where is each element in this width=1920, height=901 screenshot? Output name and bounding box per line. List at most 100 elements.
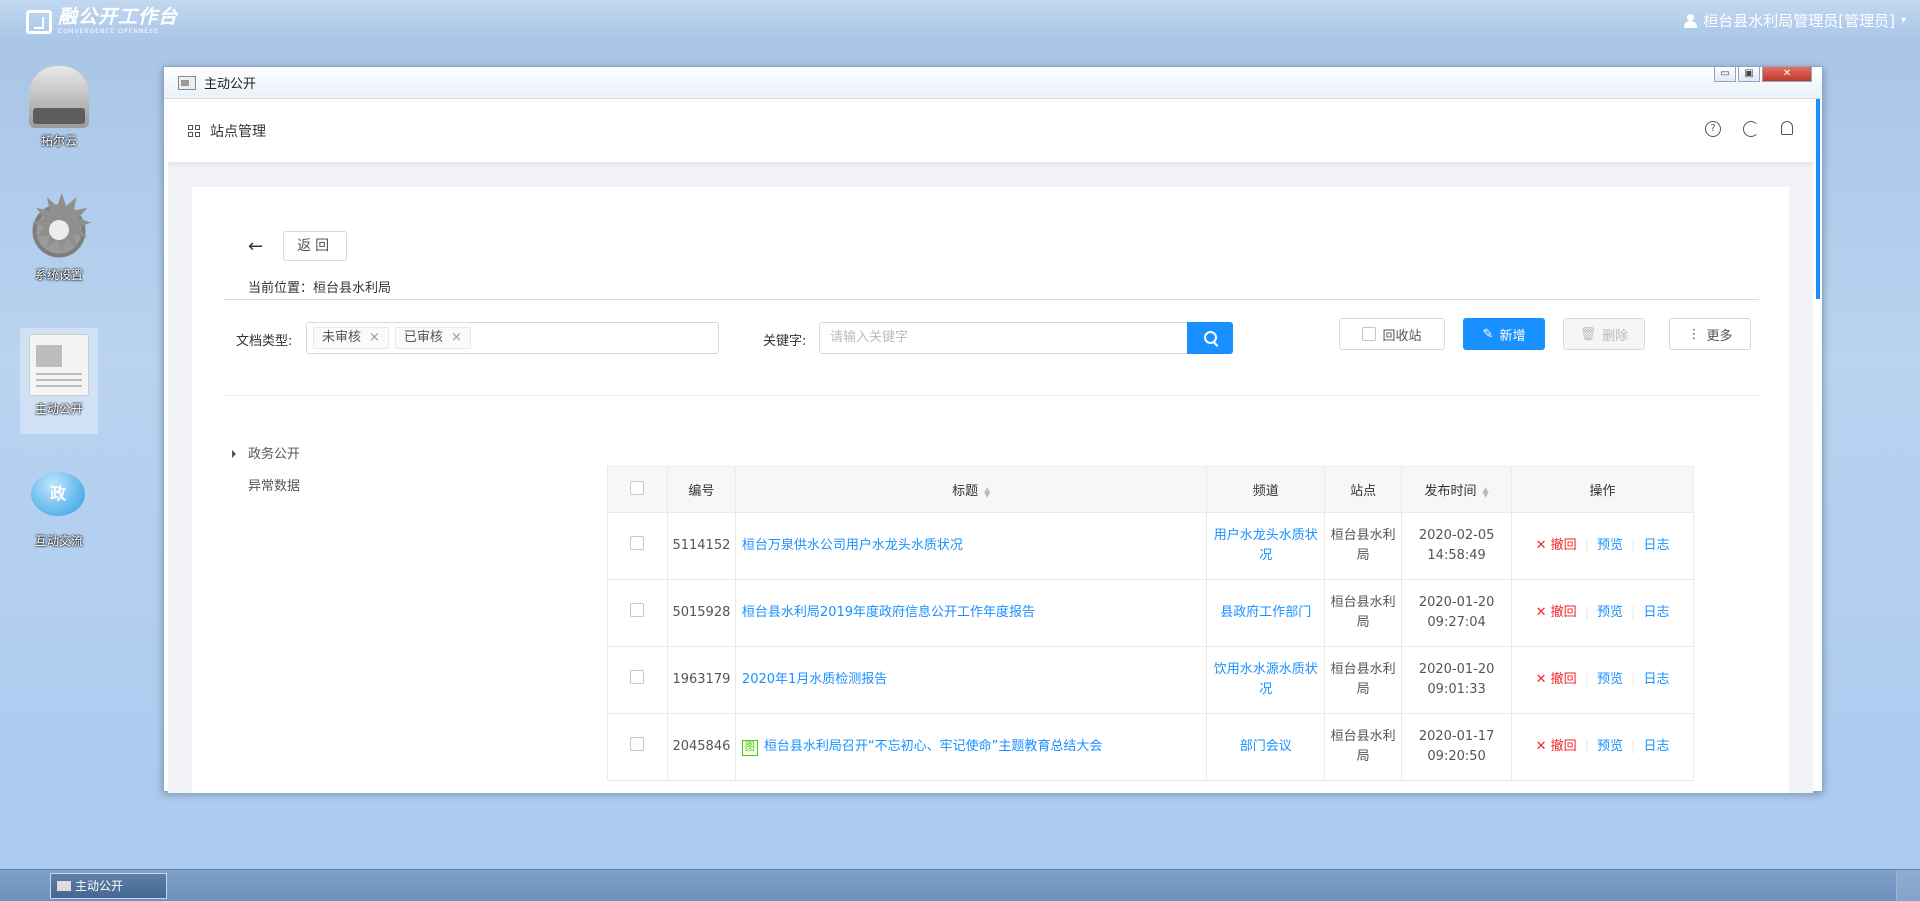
- show-desktop-button[interactable]: [1896, 870, 1920, 901]
- app-logo: 融公开工作台 CONVERGENCE OPENNESS: [26, 8, 178, 35]
- grid-icon: [188, 124, 200, 137]
- back-arrow-icon[interactable]: ←: [248, 236, 263, 257]
- cell-time: 2020-01-20 09:01:33: [1401, 646, 1513, 714]
- revoke-link[interactable]: ✕ 撤回: [1536, 536, 1577, 556]
- log-link[interactable]: 日志: [1643, 670, 1669, 690]
- preview-link[interactable]: 预览: [1597, 603, 1623, 623]
- sort-icon[interactable]: ▲ ▼: [984, 485, 990, 498]
- delete-button[interactable]: 🗑 删除: [1563, 318, 1645, 350]
- window-titlebar[interactable]: 主动公开: [164, 67, 1822, 99]
- back-button[interactable]: 返回: [283, 231, 348, 261]
- preview-link[interactable]: 预览: [1597, 536, 1623, 556]
- user-icon: [1684, 13, 1698, 28]
- table-row: 2045846 图桓台县水利局召开“不忘初心、牢记使命”主题教育总结大会 部门会…: [607, 713, 1694, 781]
- document-table: 编号 标题 ▲ ▼ 频道 站点 发布时间 ▲ ▼ 操作 5114152 桓台万泉供水公司…: [607, 466, 1694, 781]
- log-link[interactable]: 日志: [1643, 737, 1669, 757]
- desktop-icon-active-publish[interactable]: 主动公开: [20, 328, 98, 434]
- revoke-link[interactable]: ✕ 撤回: [1536, 670, 1577, 690]
- desktop-icon-interaction[interactable]: 政 互动交流: [20, 466, 98, 549]
- scrollbar[interactable]: [1816, 99, 1820, 299]
- close-icon[interactable]: ×: [369, 328, 380, 348]
- app-header: 站点管理 ?: [168, 99, 1813, 163]
- page-title: 站点管理: [210, 123, 266, 140]
- cell-site: 桓台县水利局: [1324, 512, 1403, 580]
- chevron-down-icon: ▾: [1900, 15, 1906, 26]
- desktop-icon-label: 主动公开: [34, 402, 83, 416]
- logo-icon: [26, 9, 52, 34]
- preview-link[interactable]: 预览: [1597, 670, 1623, 690]
- caret-right-icon[interactable]: [232, 450, 236, 458]
- cell-id: 5114152: [666, 512, 736, 580]
- tag-unreviewed: 未审核 ×: [313, 327, 389, 349]
- desktop-icon-settings[interactable]: 系统设置: [20, 186, 98, 283]
- edit-icon: ✎: [1482, 326, 1494, 342]
- table-row: 5015928 桓台县水利局2019年度政府信息公开工作年度报告 县政府工作部门…: [607, 579, 1694, 647]
- cell-title-link[interactable]: 图桓台县水利局召开“不忘初心、牢记使命”主题教育总结大会: [734, 713, 1208, 781]
- gear-icon: [29, 186, 89, 264]
- cell-time: 2020-02-05 14:58:49: [1401, 512, 1513, 580]
- col-channel: 频道: [1206, 466, 1326, 513]
- keyword-label: 关键字:: [763, 334, 807, 349]
- cell-site: 桓台县水利局: [1324, 713, 1403, 781]
- col-id: 编号: [666, 466, 736, 513]
- preview-link[interactable]: 预览: [1597, 737, 1623, 757]
- checkbox-icon: [1362, 327, 1377, 341]
- log-link[interactable]: 日志: [1643, 536, 1669, 556]
- row-checkbox[interactable]: [607, 646, 668, 714]
- row-checkbox[interactable]: [607, 512, 668, 580]
- table-header: 编号 标题 ▲ ▼ 频道 站点 发布时间 ▲ ▼ 操作: [607, 466, 1694, 513]
- cell-title-link[interactable]: 桓台县水利局2019年度政府信息公开工作年度报告: [734, 579, 1208, 647]
- cell-channel-link[interactable]: 县政府工作部门: [1206, 579, 1326, 647]
- row-checkbox[interactable]: [607, 713, 668, 781]
- help-icon[interactable]: ?: [1705, 121, 1721, 137]
- cell-site: 桓台县水利局: [1324, 579, 1403, 647]
- cell-ops: ✕ 撤回 | 预览 | 日志: [1511, 646, 1694, 714]
- doc-type-select[interactable]: 未审核 × 已审核 ×: [306, 322, 719, 354]
- sort-icon[interactable]: ▲ ▼: [1483, 485, 1489, 498]
- add-button[interactable]: ✎ 新增: [1463, 318, 1545, 350]
- logo-subtitle: CONVERGENCE OPENNESS: [58, 28, 159, 35]
- cell-title-link[interactable]: 2020年1月水质检测报告: [734, 646, 1208, 714]
- search-button[interactable]: [1187, 322, 1233, 354]
- refresh-icon[interactable]: [1743, 121, 1759, 137]
- main-window: 主动公开 ▭ ▣ ✕ 站点管理 ? ← 返回 当前位置：桓台县水利局 文档类型:…: [163, 66, 1823, 793]
- window-app-icon: [178, 75, 196, 90]
- revoke-link[interactable]: ✕ 撤回: [1536, 603, 1577, 623]
- taskbar: 主动公开: [0, 869, 1920, 901]
- keyword-input[interactable]: 请输入关键字: [819, 322, 1189, 354]
- tree-node-root[interactable]: 政务公开: [232, 439, 300, 471]
- taskbar-item-active-publish[interactable]: 主动公开: [50, 873, 167, 899]
- user-menu[interactable]: 桓台县水利局管理员[管理员] ▾: [1684, 10, 1906, 31]
- cell-id: 2045846: [666, 713, 736, 781]
- log-link[interactable]: 日志: [1643, 603, 1669, 623]
- cell-channel-link[interactable]: 用户水龙头水质状况: [1206, 512, 1326, 580]
- col-title[interactable]: 标题 ▲ ▼: [734, 466, 1208, 513]
- cell-title-link[interactable]: 桓台万泉供水公司用户水龙头水质状况: [734, 512, 1208, 580]
- divider: [224, 395, 1759, 396]
- chat-bubble-icon: 政: [29, 466, 89, 528]
- bell-icon[interactable]: [1781, 121, 1793, 135]
- cell-channel-link[interactable]: 饮用水水源水质状况: [1206, 646, 1326, 714]
- close-icon[interactable]: ×: [451, 328, 462, 348]
- cell-time: 2020-01-17 09:20:50: [1401, 713, 1513, 781]
- cell-ops: ✕ 撤回 | 预览 | 日志: [1511, 713, 1694, 781]
- recycle-bin-button[interactable]: 回收站: [1339, 318, 1445, 350]
- desktop-icon-cloud[interactable]: 拓尔云: [20, 66, 98, 149]
- doc-type-label: 文档类型:: [236, 334, 293, 349]
- desktop-icon-label: 互动交流: [34, 534, 83, 548]
- col-time[interactable]: 发布时间 ▲ ▼: [1401, 466, 1513, 513]
- user-name: 桓台县水利局管理员[管理员]: [1703, 12, 1895, 30]
- more-button[interactable]: ⋮ 更多: [1669, 318, 1751, 350]
- table-row: 1963179 2020年1月水质检测报告 饮用水水源水质状况 桓台县水利局 2…: [607, 646, 1694, 714]
- tag-reviewed: 已审核 ×: [394, 327, 471, 349]
- maximize-button[interactable]: ▣: [1738, 66, 1760, 82]
- revoke-link[interactable]: ✕ 撤回: [1536, 737, 1577, 757]
- filter-bar: 文档类型: 未审核 × 已审核 × 关键字: 请输入关键字 回收站 ✎ 新增 🗑 删…: [236, 318, 1766, 356]
- close-button[interactable]: ✕: [1762, 66, 1812, 82]
- breadcrumb: 当前位置：桓台县水利局: [248, 281, 392, 296]
- tree-node-child[interactable]: 异常数据: [232, 471, 300, 503]
- row-checkbox[interactable]: [607, 579, 668, 647]
- select-all-checkbox[interactable]: [607, 466, 668, 513]
- cell-channel-link[interactable]: 部门会议: [1206, 713, 1326, 781]
- minimize-button[interactable]: ▭: [1714, 66, 1736, 82]
